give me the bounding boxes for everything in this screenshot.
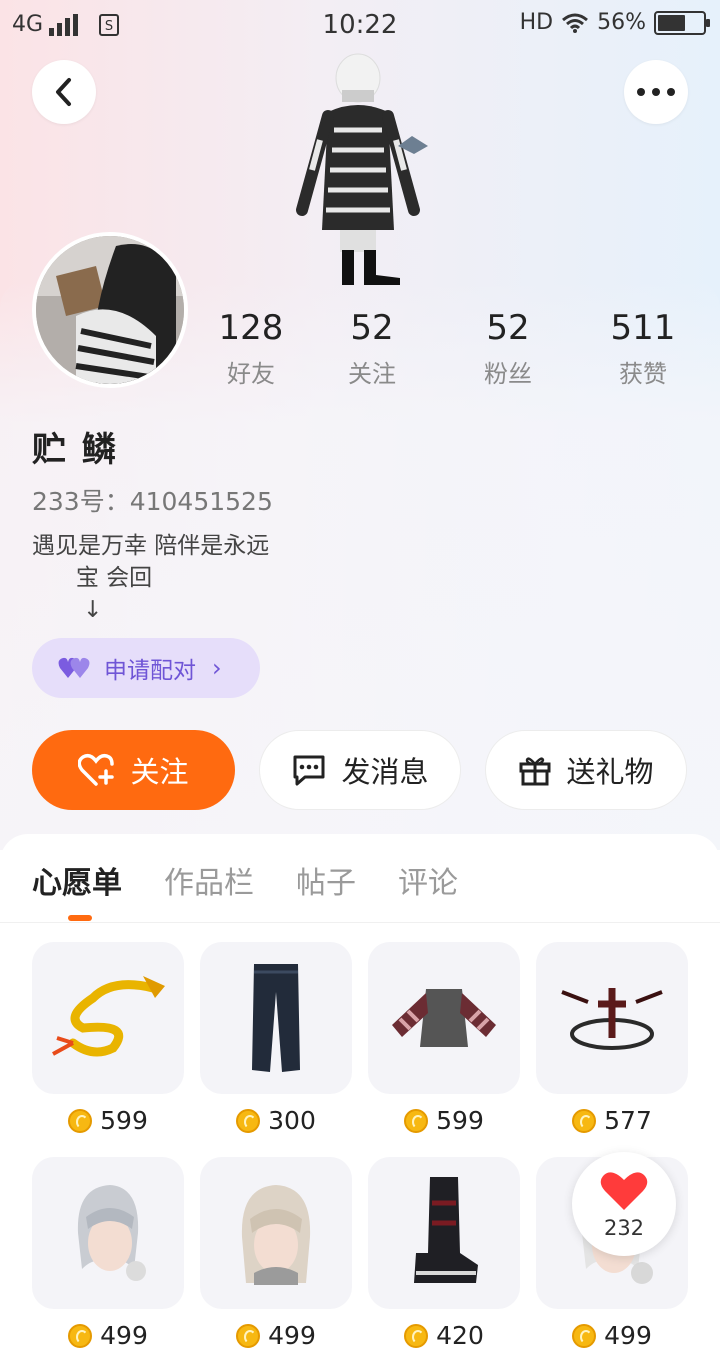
- item-price: 577: [604, 1106, 652, 1135]
- item-thumbnail: [200, 1157, 352, 1309]
- silver-hair-icon: [77, 1185, 146, 1281]
- item-price: 499: [268, 1321, 316, 1350]
- wishlist-item[interactable]: 599: [368, 942, 520, 1135]
- tabs-divider: [0, 922, 720, 923]
- item-price: 300: [268, 1106, 316, 1135]
- chevron-right-icon: ›: [212, 654, 222, 682]
- wishlist-item[interactable]: 499: [32, 1157, 184, 1350]
- send-gift-label: 送礼物: [566, 755, 654, 789]
- stat-value: 511: [610, 308, 676, 348]
- more-horizontal-icon: [637, 88, 675, 96]
- coin-icon: [236, 1108, 261, 1133]
- more-button[interactable]: [624, 60, 688, 124]
- like-float-button[interactable]: 232: [572, 1152, 676, 1256]
- chat-bubble-icon: [291, 753, 327, 787]
- item-thumbnail: [368, 1157, 520, 1309]
- tab-posts[interactable]: 帖子: [296, 858, 356, 918]
- item-price: 599: [436, 1106, 484, 1135]
- status-bar: 4G S 10:22 HD 56%: [0, 0, 720, 50]
- item-price: 599: [100, 1106, 148, 1135]
- back-button[interactable]: [32, 60, 96, 124]
- striped-sweater-icon: [392, 989, 496, 1047]
- profile-photo-image: [36, 236, 184, 384]
- stat-value: 128: [218, 308, 284, 348]
- hd-label: HD: [519, 10, 554, 35]
- item-thumbnail: [536, 942, 688, 1094]
- item-thumbnail: [32, 942, 184, 1094]
- stat-following[interactable]: 52 关注: [312, 308, 432, 389]
- tab-works[interactable]: 作品栏: [164, 858, 254, 918]
- active-tab-indicator: [68, 915, 92, 921]
- like-count: 232: [603, 1216, 645, 1240]
- profile-avatar[interactable]: [32, 232, 188, 388]
- stat-value: 52: [350, 308, 394, 348]
- stat-label: 获赞: [619, 360, 667, 388]
- follow-label: 关注: [130, 755, 189, 789]
- dark-emblem-icon: [561, 988, 663, 1050]
- gift-icon: [518, 754, 552, 786]
- wifi-icon: [562, 13, 589, 33]
- send-message-button[interactable]: 发消息: [259, 730, 461, 810]
- coin-icon: [68, 1108, 93, 1133]
- wishlist-item[interactable]: 420: [368, 1157, 520, 1350]
- golden-dragon-icon: [52, 976, 165, 1057]
- tab-wishlist[interactable]: 心愿单: [32, 858, 122, 918]
- double-heart-icon: [58, 657, 90, 678]
- item-price: 499: [100, 1321, 148, 1350]
- send-message-label: 发消息: [341, 755, 429, 789]
- item-thumbnail: [32, 1157, 184, 1309]
- stat-label: 关注: [348, 360, 396, 388]
- heart-plus-icon: [78, 753, 116, 787]
- tab-comments[interactable]: 评论: [398, 858, 458, 918]
- chevron-left-icon: [56, 78, 71, 106]
- follow-button[interactable]: 关注: [32, 730, 235, 810]
- wishlist-item[interactable]: 577: [536, 942, 688, 1135]
- content-tabs: 心愿单 作品栏 帖子 评论: [32, 858, 458, 918]
- stat-friends[interactable]: 128 好友: [191, 308, 311, 389]
- item-price: 420: [436, 1321, 484, 1350]
- stat-likes[interactable]: 511 获赞: [583, 308, 703, 389]
- profile-uid: 233号：410451525: [32, 487, 273, 516]
- item-thumbnail: [200, 942, 352, 1094]
- request-pair-button[interactable]: 申请配对 ›: [32, 638, 260, 698]
- battery-icon: [654, 10, 710, 35]
- coin-icon: [404, 1323, 429, 1348]
- battery-percent: 56%: [597, 10, 646, 35]
- stat-label: 好友: [227, 360, 275, 388]
- wishlist-item[interactable]: 599: [32, 942, 184, 1135]
- stat-label: 粉丝: [484, 360, 532, 388]
- wishlist-item[interactable]: 300: [200, 942, 352, 1135]
- black-boots-icon: [414, 1177, 478, 1283]
- coin-icon: [236, 1323, 261, 1348]
- coin-icon: [572, 1323, 597, 1348]
- coin-icon: [572, 1108, 597, 1133]
- item-price: 499: [604, 1321, 652, 1350]
- request-pair-label: 申请配对: [104, 658, 196, 684]
- blonde-hair-icon: [241, 1185, 311, 1285]
- avatar-character[interactable]: [290, 50, 430, 285]
- coin-icon: [68, 1323, 93, 1348]
- profile-name: 贮 鳞: [32, 430, 118, 470]
- wishlist-item[interactable]: 499: [200, 1157, 352, 1350]
- send-gift-button[interactable]: 送礼物: [485, 730, 687, 810]
- profile-bio: 遇见是万幸 陪伴是永远 宝 会回 ↓: [32, 533, 270, 623]
- stat-followers[interactable]: 52 粉丝: [448, 308, 568, 389]
- stat-value: 52: [486, 308, 530, 348]
- jeans-icon: [252, 964, 300, 1072]
- item-thumbnail: [368, 942, 520, 1094]
- coin-icon: [404, 1108, 429, 1133]
- heart-icon: [600, 1172, 648, 1210]
